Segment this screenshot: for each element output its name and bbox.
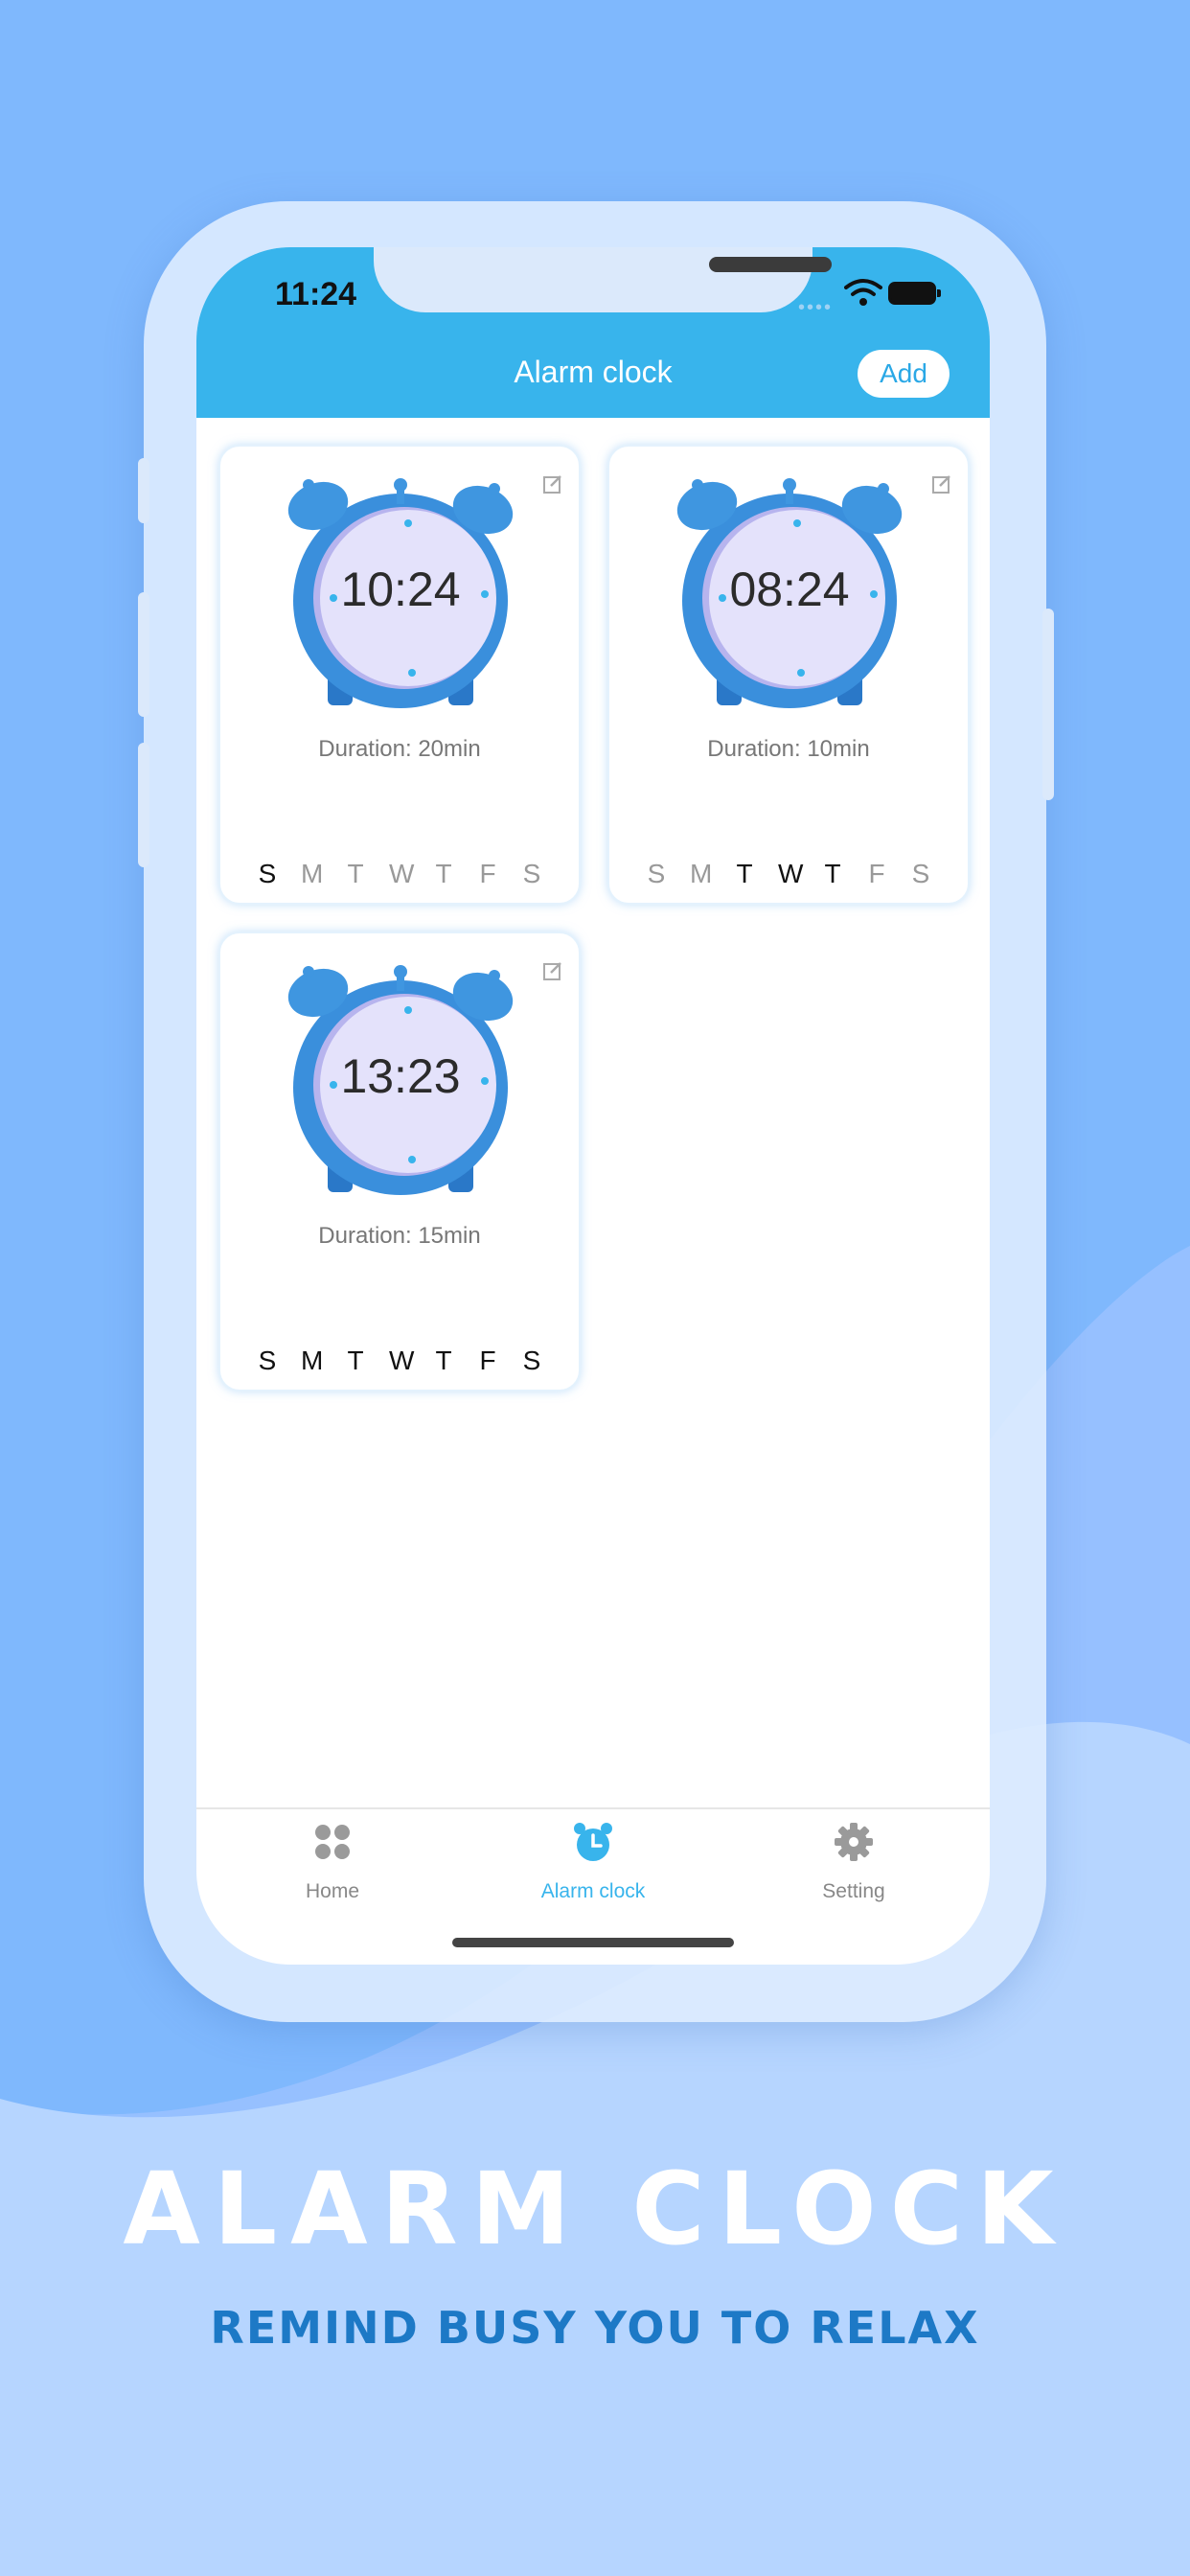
alarm-card[interactable]: 13:23 Duration: 15min S M T W T F S bbox=[218, 932, 581, 1392]
day-friday: F bbox=[479, 859, 496, 888]
power-button bbox=[1042, 609, 1054, 800]
repeat-days: S M T W T F S bbox=[220, 859, 579, 889]
day-saturday: S bbox=[522, 859, 541, 888]
wifi-icon bbox=[844, 279, 882, 306]
volume-up-button bbox=[138, 592, 149, 717]
speaker bbox=[709, 257, 832, 272]
gear-icon bbox=[835, 1823, 873, 1861]
day-sunday: S bbox=[258, 859, 277, 888]
alarm-duration: Duration: 10min bbox=[707, 736, 870, 762]
day-tuesday: T bbox=[736, 859, 753, 888]
mute-switch bbox=[138, 458, 149, 523]
tab-home-label: Home bbox=[305, 1880, 360, 1902]
day-sunday: S bbox=[647, 859, 666, 888]
edit-icon[interactable] bbox=[542, 473, 563, 494]
day-tuesday: T bbox=[347, 1346, 364, 1375]
day-saturday: S bbox=[911, 859, 930, 888]
alarm-card[interactable]: 10:24 Duration: 20min S M T W T F S bbox=[218, 445, 581, 905]
day-monday: M bbox=[301, 859, 324, 888]
promo-title: ALARM CLOCK bbox=[123, 2150, 1067, 2267]
alarm-time: 08:24 bbox=[729, 563, 850, 616]
repeat-days: S M T W T F S bbox=[609, 859, 968, 889]
day-wednesday: W bbox=[389, 859, 415, 888]
tab-bar: Home Alarm clock Setting bbox=[196, 1807, 990, 1922]
alarm-card[interactable]: 08:24 Duration: 10min S M T W T F S bbox=[607, 445, 970, 905]
alarm-time: 10:24 bbox=[340, 563, 461, 616]
alarm-clock-icon bbox=[574, 1823, 612, 1861]
day-monday: M bbox=[301, 1346, 324, 1375]
day-thursday: T bbox=[435, 859, 452, 888]
battery-icon bbox=[888, 282, 941, 305]
alarm-duration: Duration: 15min bbox=[318, 1223, 481, 1249]
promo-subtitle: REMIND BUSY YOU TO RELAX bbox=[210, 2302, 980, 2354]
alarm-duration: Duration: 20min bbox=[318, 736, 481, 762]
edit-icon[interactable] bbox=[931, 473, 952, 494]
tab-setting-label: Setting bbox=[822, 1880, 885, 1902]
signal-icon: •••• bbox=[798, 297, 834, 318]
day-monday: M bbox=[690, 859, 713, 888]
day-sunday: S bbox=[258, 1346, 277, 1375]
home-indicator[interactable] bbox=[452, 1938, 734, 1947]
day-tuesday: T bbox=[347, 859, 364, 888]
tab-home[interactable]: Home bbox=[237, 1809, 428, 1924]
day-saturday: S bbox=[522, 1346, 541, 1375]
day-wednesday: W bbox=[778, 859, 804, 888]
tab-setting[interactable]: Setting bbox=[758, 1809, 950, 1924]
edit-icon[interactable] bbox=[542, 960, 563, 981]
volume-down-button bbox=[138, 743, 149, 867]
tab-alarm-clock-label: Alarm clock bbox=[540, 1880, 646, 1902]
add-alarm-button[interactable]: Add bbox=[858, 350, 950, 398]
status-time: 11:24 bbox=[275, 276, 357, 312]
day-wednesday: W bbox=[389, 1346, 415, 1375]
grid-icon bbox=[315, 1825, 350, 1859]
notch bbox=[374, 247, 832, 312]
repeat-days: S M T W T F S bbox=[220, 1346, 579, 1376]
day-friday: F bbox=[868, 859, 885, 888]
phone-screen: 11:24 •••• Alarm clock Add 10:24 Duratio… bbox=[196, 247, 990, 1965]
app-header: 11:24 •••• Alarm clock Add bbox=[196, 247, 990, 418]
day-thursday: T bbox=[435, 1346, 452, 1375]
tab-alarm-clock[interactable]: Alarm clock bbox=[497, 1809, 689, 1924]
day-friday: F bbox=[479, 1346, 496, 1375]
day-thursday: T bbox=[824, 859, 841, 888]
alarm-time: 13:23 bbox=[340, 1049, 461, 1103]
